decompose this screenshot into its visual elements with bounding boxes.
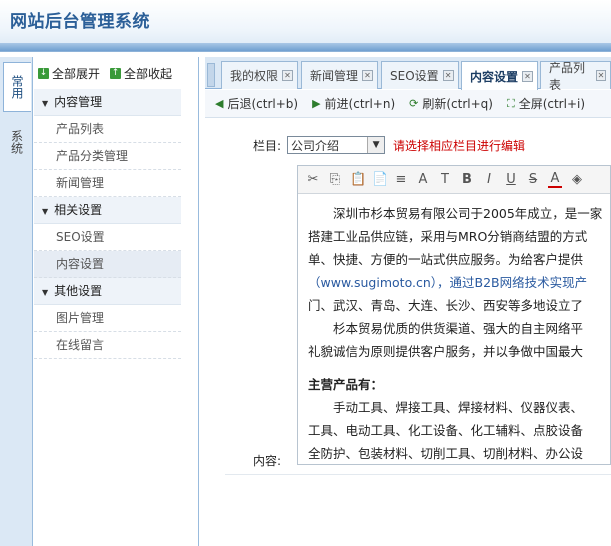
- font-color-icon[interactable]: A: [548, 171, 562, 188]
- sidebar-item-images[interactable]: 图片管理: [34, 305, 181, 332]
- group-title: 相关设置: [54, 203, 103, 217]
- fullscreen-icon: ⛶: [506, 96, 515, 110]
- tab-news[interactable]: 新闻管理 ✕: [301, 61, 379, 89]
- close-icon[interactable]: ✕: [282, 70, 294, 81]
- vertical-tab-bar: 常用 系统: [0, 57, 33, 546]
- underline-icon[interactable]: U: [504, 172, 518, 187]
- sidebar-item-product-category[interactable]: 产品分类管理: [34, 143, 181, 170]
- column-select-value: 公司介绍: [291, 138, 340, 153]
- sidebar-item-content-settings[interactable]: 内容设置: [34, 251, 181, 278]
- triangle-down-icon: ▼: [42, 288, 49, 297]
- close-icon[interactable]: ✕: [442, 70, 454, 81]
- fullscreen-button[interactable]: ⛶ 全屏(ctrl+i): [507, 95, 585, 112]
- tab-label: 我的权限: [230, 69, 279, 83]
- menu-actions: ↓ 全部展开 ↑ 全部收起: [33, 57, 198, 89]
- tab-product-list[interactable]: 产品列表 ✕: [540, 61, 611, 92]
- sidebar-item-seo[interactable]: SEO设置: [34, 224, 181, 251]
- column-row: 栏目: 公司介绍 ▼ 请选择相应栏目进行编辑: [253, 136, 525, 154]
- arrow-right-icon: ▶: [312, 97, 321, 110]
- editor-line: 单、快捷、方便的一站式供应服务。为给客户提供: [308, 252, 584, 267]
- cut-icon[interactable]: ✂: [306, 172, 320, 187]
- chevron-down-icon: ▼: [367, 137, 385, 153]
- divider: [225, 474, 611, 475]
- refresh-label: 刷新(ctrl+q): [422, 97, 493, 111]
- tab-seo[interactable]: SEO设置 ✕: [381, 61, 459, 89]
- collapse-all-button[interactable]: ↑ 全部收起: [110, 65, 172, 82]
- main-content: 栏目: 公司介绍 ▼ 请选择相应栏目进行编辑 ✂ ⎘ 📋 📄 ≡ A T B I…: [205, 118, 611, 546]
- sidebar-item-news[interactable]: 新闻管理: [34, 170, 181, 197]
- close-icon[interactable]: ✕: [522, 70, 534, 82]
- group-title: 其他设置: [54, 284, 103, 298]
- vtab-common[interactable]: 常用: [3, 62, 31, 112]
- content-label: 内容:: [253, 454, 282, 468]
- tab-label: 内容设置: [470, 69, 519, 84]
- tab-label: 新闻管理: [310, 69, 359, 83]
- align-icon[interactable]: ≡: [394, 172, 408, 187]
- triangle-down-icon: ▼: [42, 99, 49, 108]
- editor-line: 全防护、包装材料、切削工具、切削材料、办公设: [308, 446, 584, 461]
- app-title: 网站后台管理系统: [10, 12, 150, 32]
- menu-group-content: ▼ 内容管理 产品列表 产品分类管理 新闻管理: [34, 89, 181, 197]
- paste-icon[interactable]: 📋: [350, 172, 366, 187]
- editor-line: 门、武汉、青岛、大连、长沙、西安等多地设立了: [308, 298, 584, 313]
- arrow-up-icon: ↑: [110, 67, 122, 79]
- sidebar-item-messages[interactable]: 在线留言: [34, 332, 181, 359]
- close-icon[interactable]: ✕: [595, 70, 606, 81]
- fullscreen-label: 全屏(ctrl+i): [518, 97, 586, 111]
- editor-line: 深圳市杉本贸易有限公司于2005年成立，是一家: [308, 206, 603, 221]
- editor-heading: 主营产品有：: [308, 377, 384, 392]
- column-hint: 请选择相应栏目进行编辑: [393, 138, 526, 153]
- font-icon[interactable]: A: [416, 172, 430, 187]
- strikethrough-icon[interactable]: S: [526, 172, 540, 187]
- editor-line: （www.sugimoto.cn），通过B2B网络技术实现产: [308, 275, 588, 290]
- rich-text-editor[interactable]: ✂ ⎘ 📋 📄 ≡ A T B I U S A ◈ 深圳市杉本贸易有限公司于20…: [297, 165, 611, 465]
- collapse-all-label: 全部收起: [124, 66, 173, 81]
- column-label: 栏目:: [253, 138, 282, 153]
- menu-group-other: ▼ 其他设置 图片管理 在线留言: [34, 278, 181, 359]
- menu-group-settings: ▼ 相关设置 SEO设置 内容设置: [34, 197, 181, 278]
- app-header: 网站后台管理系统: [0, 0, 611, 52]
- column-select[interactable]: 公司介绍 ▼: [287, 136, 386, 154]
- tab-my-permissions[interactable]: 我的权限 ✕: [221, 61, 299, 89]
- expand-all-button[interactable]: ↓ 全部展开: [38, 65, 100, 82]
- refresh-button[interactable]: ⟳ 刷新(ctrl+q): [409, 95, 493, 112]
- close-icon[interactable]: ✕: [362, 70, 374, 81]
- arrow-left-icon: ◀: [215, 97, 224, 110]
- sidebar-item-product-list[interactable]: 产品列表: [34, 116, 181, 143]
- editor-line: 手动工具、焊接工具、焊接材料、仪器仪表、: [308, 400, 584, 415]
- tab-label: 产品列表: [549, 60, 586, 92]
- forward-label: 前进(ctrl+n): [324, 97, 396, 111]
- back-button[interactable]: ◀ 后退(ctrl+b): [215, 95, 298, 112]
- editor-line: 礼貌诚信为原则提供客户服务，并以争做中国最大: [308, 344, 584, 359]
- page-tab-bar: 我的权限 ✕ 新闻管理 ✕ SEO设置 ✕ 内容设置 ✕ 产品列表 ✕: [205, 57, 611, 92]
- font-size-icon[interactable]: T: [438, 172, 452, 187]
- expand-all-label: 全部展开: [52, 66, 101, 81]
- refresh-icon: ⟳: [409, 97, 419, 110]
- back-label: 后退(ctrl+b): [227, 97, 299, 111]
- tab-content-settings[interactable]: 内容设置 ✕: [461, 61, 539, 90]
- highlight-icon[interactable]: ◈: [570, 172, 584, 187]
- group-title: 内容管理: [54, 95, 103, 109]
- editor-toolbar: ✂ ⎘ 📋 📄 ≡ A T B I U S A ◈: [298, 166, 610, 194]
- editor-line: 搭建工业品供应链，采用与MRO分销商结盟的方式: [308, 229, 588, 244]
- sidebar-menu: ↓ 全部展开 ↑ 全部收起 ▼ 内容管理 产品列表 产品分类管理 新闻管理 ▼ 相关…: [33, 57, 199, 546]
- vtab-system[interactable]: 系统: [3, 117, 31, 167]
- header-band: [0, 43, 611, 51]
- tab-scroll-left[interactable]: [207, 63, 215, 87]
- triangle-down-icon: ▼: [42, 207, 49, 216]
- arrow-down-icon: ↓: [38, 67, 49, 79]
- editor-line: 杉本贸易优质的供货渠道、强大的自主网络平: [308, 321, 584, 336]
- group-header-content[interactable]: ▼ 内容管理: [34, 89, 181, 116]
- nav-toolbar: ◀ 后退(ctrl+b) ▶ 前进(ctrl+n) ⟳ 刷新(ctrl+q) ⛶ 全屏(…: [205, 90, 611, 118]
- tab-label: SEO设置: [390, 69, 439, 83]
- group-header-settings[interactable]: ▼ 相关设置: [34, 197, 181, 224]
- copy-icon[interactable]: ⎘: [328, 172, 342, 187]
- italic-icon[interactable]: I: [482, 172, 496, 187]
- bold-icon[interactable]: B: [460, 172, 474, 187]
- editor-body[interactable]: 深圳市杉本贸易有限公司于2005年成立，是一家 搭建工业品供应链，采用与MRO分…: [298, 194, 610, 464]
- editor-line: 工具、电动工具、化工设备、化工辅料、点胶设备: [308, 423, 584, 438]
- paste-text-icon[interactable]: 📄: [372, 172, 388, 187]
- forward-button[interactable]: ▶ 前进(ctrl+n): [312, 95, 395, 112]
- group-header-other[interactable]: ▼ 其他设置: [34, 278, 181, 305]
